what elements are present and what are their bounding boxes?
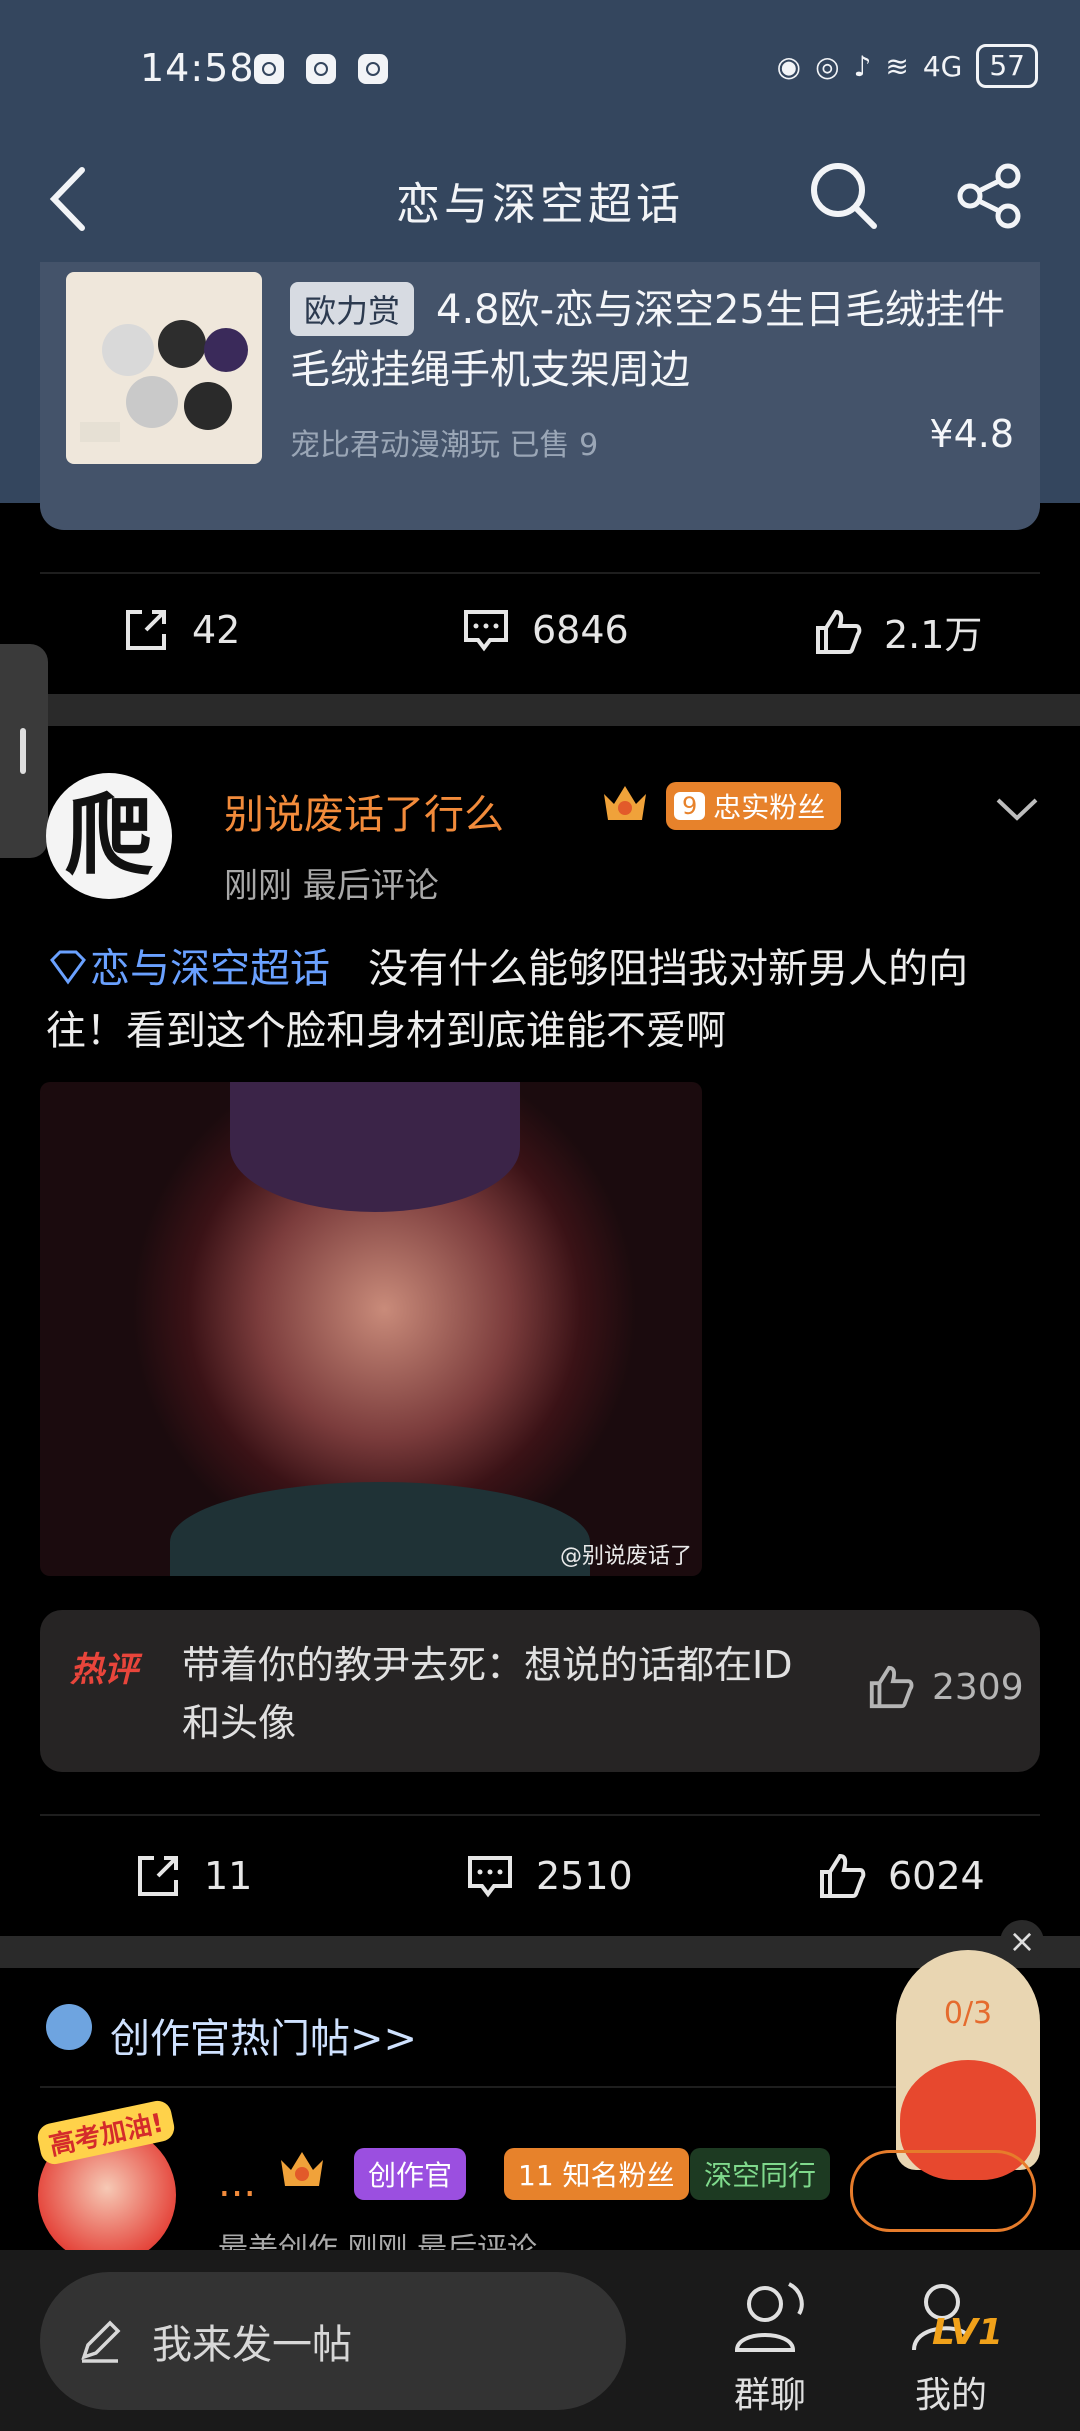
status-time: 14:58	[140, 46, 255, 90]
mine-button[interactable]: LV1 我的	[896, 2276, 1006, 2418]
lucky-bag-ring	[850, 2150, 1036, 2232]
like-count: 2.1万	[884, 613, 983, 657]
side-drawer-handle[interactable]	[0, 644, 48, 858]
level-badge: LV1	[932, 2312, 1003, 2353]
hot-comment-label: 热评	[70, 1650, 138, 1690]
eye-icon: ◎	[815, 49, 840, 83]
author-name[interactable]: ...	[218, 2160, 256, 2206]
chevron-down-icon[interactable]	[992, 784, 1042, 834]
fan-level: 9	[674, 792, 706, 820]
notification-icon	[306, 54, 336, 84]
share-button[interactable]: 42	[120, 604, 240, 656]
like-count: 6024	[888, 1854, 985, 1898]
fan-badge: 9 忠实粉丝	[666, 782, 842, 830]
search-icon[interactable]	[808, 160, 880, 232]
section-separator	[0, 1936, 1080, 1968]
notification-icon	[254, 54, 284, 84]
group-chat-button[interactable]: 群聊	[720, 2276, 820, 2418]
crown-icon	[281, 2152, 323, 2186]
avatar[interactable]: 爬	[46, 773, 172, 899]
status-icons: ◉ ◎ ♪ ≋ 4G 57	[777, 44, 1038, 88]
network-label: 4G	[922, 49, 963, 83]
diamond-icon	[50, 950, 86, 985]
comment-icon	[464, 610, 508, 652]
group-chat-icon	[734, 2282, 804, 2352]
hot-comment-like[interactable]: 2309	[866, 1662, 1024, 1712]
comment-icon	[468, 1856, 512, 1898]
fan-level: 11	[518, 2159, 554, 2192]
compose-label: 我来发一帖	[76, 2312, 352, 2370]
section-separator	[0, 694, 1080, 726]
like-button[interactable]: 2.1万	[812, 604, 982, 659]
wifi-icon: ≋	[885, 49, 909, 83]
divider	[40, 2086, 1040, 2088]
close-icon[interactable]: ×	[1000, 1920, 1044, 1964]
comment-count: 6846	[532, 608, 629, 652]
share-out-icon	[126, 610, 166, 650]
creator-star-icon	[46, 2004, 92, 2050]
creator-hot-posts-link[interactable]: 创作官热门帖>>	[110, 2006, 417, 2064]
divider	[40, 572, 1040, 574]
thumbs-up-icon	[869, 1665, 914, 1709]
image-shirt	[170, 1482, 590, 1576]
share-icon[interactable]	[956, 162, 1024, 230]
compose-button[interactable]: 我来发一帖	[40, 2272, 626, 2410]
like-button[interactable]: 6024	[816, 1850, 985, 1902]
pencil-icon	[81, 2320, 121, 2363]
post-text[interactable]: 恋与深空超话 没有什么能够阻挡我对新男人的向往！看到这个脸和身材到底谁能不爱啊	[46, 938, 1036, 1062]
promo-shop: 宠比君动漫潮玩 已售 9	[290, 428, 599, 463]
battery-icon: 57	[976, 44, 1038, 88]
promo-thumbnail	[66, 272, 262, 464]
notification-icon	[358, 54, 388, 84]
group-badge: 深空同行	[690, 2148, 831, 2200]
share-out-icon	[138, 1856, 178, 1896]
group-chat-label: 群聊	[733, 2375, 806, 2416]
fan-label: 忠实粉丝	[713, 791, 826, 824]
promo-tag: 欧力赏	[290, 282, 415, 336]
image-hair	[230, 1082, 520, 1212]
comment-button[interactable]: 6846	[460, 604, 629, 656]
lucky-bag-count: 0/3	[943, 1996, 993, 2031]
mic-icon: ♪	[853, 49, 872, 83]
plush-image	[80, 320, 248, 442]
hot-comment-text: 带着你的教尹去死：想说的话都在ID和头像	[182, 1643, 793, 1745]
crown-icon	[604, 786, 646, 820]
share-button[interactable]: 11	[132, 1850, 252, 1902]
post-image[interactable]: @别说废话了	[40, 1082, 702, 1576]
thumbs-up-icon	[820, 1853, 866, 1898]
creator-badge: 创作官	[354, 2148, 467, 2200]
divider	[40, 1814, 1040, 1816]
mine-label: 我的	[914, 2375, 987, 2416]
comment-count: 2510	[536, 1854, 633, 1898]
author-name[interactable]: 别说废话了行么	[224, 782, 504, 840]
fan-badge: 11 知名粉丝	[504, 2148, 689, 2200]
share-count: 11	[204, 1854, 253, 1898]
thumbs-up-icon	[816, 609, 862, 654]
image-watermark: @别说废话了	[559, 1544, 692, 1569]
hot-comment-like-count: 2309	[932, 1666, 1024, 1708]
page-title: 恋与深空超话	[396, 179, 684, 230]
share-count: 42	[192, 608, 241, 652]
promo-price: ¥4.8	[929, 412, 1014, 456]
comment-button[interactable]: 2510	[464, 1850, 633, 1902]
compose-text: 我来发一帖	[152, 2322, 352, 2368]
post-meta: 刚刚 最后评论	[224, 866, 439, 906]
topic-link[interactable]: 恋与深空超话	[90, 946, 330, 992]
signal-icon: ◉	[776, 49, 802, 83]
fan-label: 知名粉丝	[562, 2159, 675, 2192]
